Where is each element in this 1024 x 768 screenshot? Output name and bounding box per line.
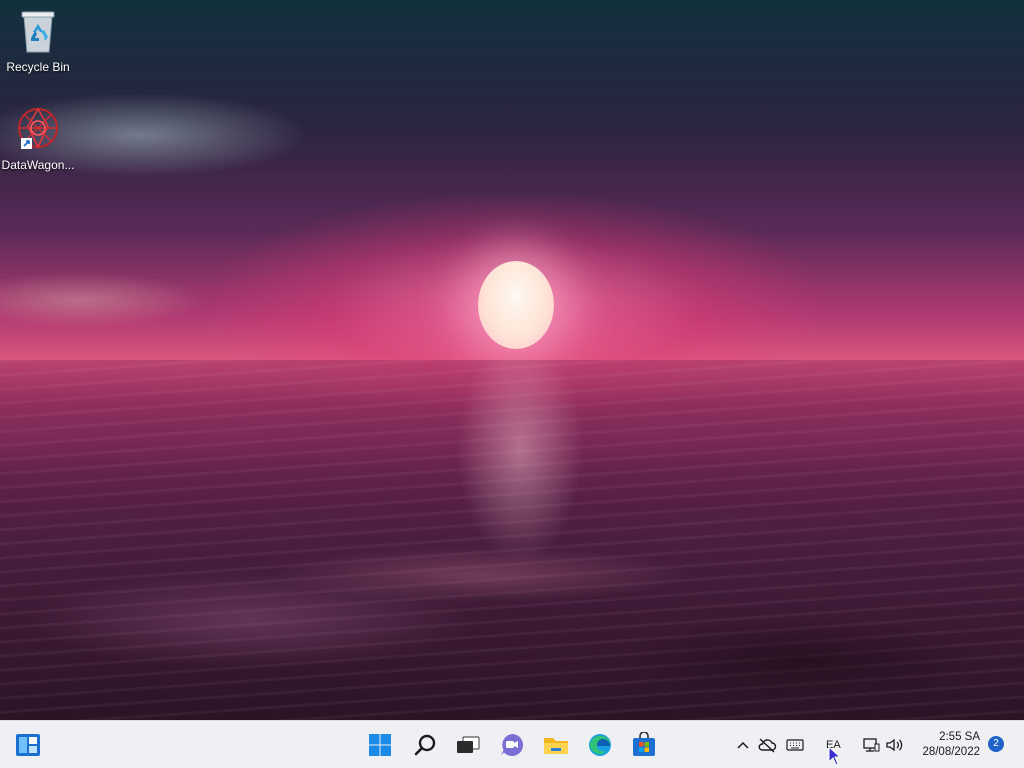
notification-count-badge[interactable]: 2	[988, 736, 1004, 752]
speaker-icon	[886, 738, 903, 752]
chat-button[interactable]	[496, 729, 528, 761]
desktop-icon-datawagon[interactable]: DataWagon...	[0, 106, 76, 172]
cloud-offline-icon	[758, 738, 777, 753]
edge-button[interactable]	[584, 729, 616, 761]
chat-icon	[501, 733, 524, 756]
folder-icon	[544, 738, 568, 754]
network-button[interactable]	[860, 729, 882, 761]
network-icon	[863, 738, 880, 752]
task-view-button[interactable]	[452, 729, 484, 761]
desktop-icon-recycle-bin[interactable]: Recycle Bin	[0, 8, 76, 74]
desktop-icon-label: DataWagon...	[1, 158, 75, 172]
desktop-wallpaper	[0, 0, 1024, 720]
edge-icon	[589, 734, 611, 756]
volume-button[interactable]	[884, 729, 906, 761]
show-hidden-icons-button[interactable]	[734, 729, 752, 761]
wallpaper-sea	[0, 360, 1024, 720]
search-button[interactable]	[409, 729, 441, 761]
keyboard-icon	[786, 739, 804, 751]
recycle-bin-icon	[21, 11, 55, 53]
clock-date: 28/08/2022	[922, 746, 980, 758]
onedrive-button[interactable]	[756, 729, 778, 761]
search-icon	[414, 734, 436, 756]
widgets-button[interactable]	[12, 729, 44, 761]
widgets-icon	[16, 734, 40, 756]
wallpaper-sun	[478, 261, 554, 349]
touch-keyboard-button[interactable]	[784, 729, 806, 761]
store-icon	[633, 732, 655, 756]
desktop-icon-label: Recycle Bin	[6, 60, 70, 74]
start-button[interactable]	[364, 729, 396, 761]
taskbar: EA 2:55 SA 28/08/2022	[0, 720, 1024, 768]
taskbar-clock[interactable]: 2:55 SA 28/08/2022	[922, 730, 980, 760]
store-button[interactable]	[628, 729, 660, 761]
datawagon-app-icon	[18, 107, 58, 149]
mouse-cursor-icon	[828, 746, 842, 766]
task-view-icon	[457, 736, 480, 753]
chevron-up-icon	[737, 741, 749, 749]
windows-logo-icon	[369, 734, 391, 756]
clock-time: 2:55 SA	[939, 731, 980, 743]
file-explorer-button[interactable]	[540, 729, 572, 761]
